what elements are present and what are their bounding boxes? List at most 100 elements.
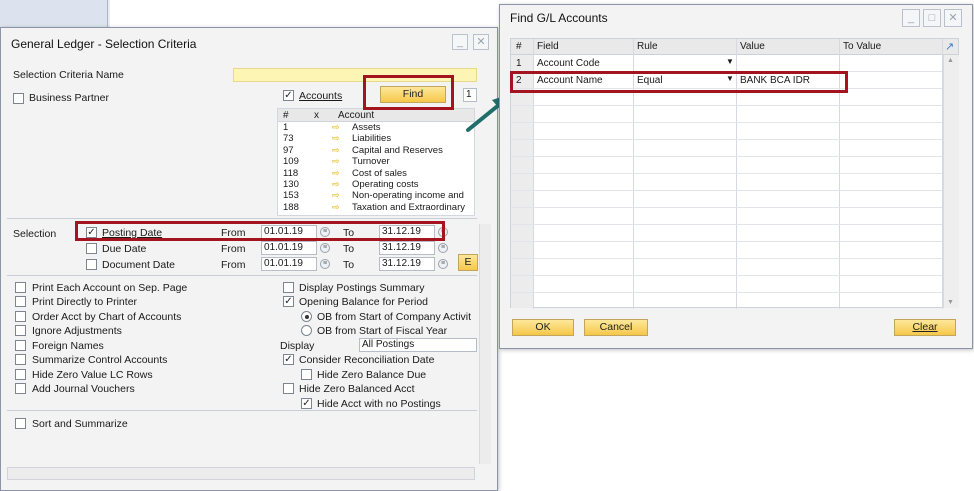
- section-divider: [7, 275, 477, 276]
- link-arrow-icon[interactable]: ⇨: [332, 145, 340, 156]
- link-arrow-icon[interactable]: ⇨: [332, 156, 340, 167]
- row-number: 1: [516, 58, 522, 69]
- document-date-to-input[interactable]: 31.12.19: [379, 257, 435, 271]
- link-arrow-icon[interactable]: ⇨: [332, 133, 340, 144]
- grid-row-line: [511, 139, 942, 140]
- display-postings-summary-checkbox[interactable]: [283, 282, 294, 293]
- opening-balance-label: Opening Balance for Period: [299, 296, 428, 308]
- rule-dropdown-icon[interactable]: ▼: [726, 57, 734, 66]
- option-checkbox[interactable]: [15, 354, 26, 365]
- opening-balance-checkbox[interactable]: ✓: [283, 296, 294, 307]
- calendar-icon[interactable]: ≡: [438, 259, 448, 269]
- column-header-to-value[interactable]: To Value: [843, 41, 881, 52]
- column-header-num: #: [516, 41, 522, 52]
- link-arrow-icon[interactable]: ⇨: [332, 122, 340, 133]
- accounts-checkbox[interactable]: ✓: [283, 90, 294, 101]
- ob-company-label: OB from Start of Company Activit: [317, 311, 472, 323]
- table-row[interactable]: 153 ⇨ Non-operating income and: [278, 190, 474, 201]
- due-date-from-input[interactable]: 01.01.19: [261, 241, 317, 255]
- due-date-checkbox[interactable]: [86, 243, 97, 254]
- link-arrow-icon[interactable]: ⇨: [332, 168, 340, 179]
- table-row[interactable]: 130 ⇨ Operating costs: [278, 179, 474, 190]
- table-row[interactable]: 73 ⇨ Liabilities: [278, 133, 474, 144]
- option-checkbox[interactable]: [15, 383, 26, 394]
- consider-reconciliation-checkbox[interactable]: ✓: [283, 354, 294, 365]
- from-label: From: [221, 259, 246, 271]
- ob-company-radio[interactable]: [301, 311, 312, 322]
- grid-row-line: [511, 173, 942, 174]
- column-header-field[interactable]: Field: [537, 41, 559, 52]
- consider-reconciliation-label: Consider Reconciliation Date: [299, 354, 435, 366]
- close-button[interactable]: ✕: [473, 34, 489, 50]
- link-arrow-icon[interactable]: ⇨: [332, 190, 340, 201]
- minimize-button[interactable]: _: [902, 9, 920, 27]
- link-arrow-icon[interactable]: ⇨: [332, 179, 340, 190]
- table-row[interactable]: 1 ⇨ Assets: [278, 122, 474, 133]
- column-header-rule[interactable]: Rule: [637, 41, 658, 52]
- scroll-up-icon[interactable]: ▲: [947, 57, 954, 64]
- hide-zero-balance-due-checkbox[interactable]: [301, 369, 312, 380]
- general-ledger-window: General Ledger - Selection Criteria _ ✕ …: [0, 27, 498, 491]
- document-date-from-input[interactable]: 01.01.19: [261, 257, 317, 271]
- maximize-button[interactable]: □: [923, 9, 941, 27]
- display-postings-summary-label: Display Postings Summary: [299, 282, 425, 294]
- close-button[interactable]: ✕: [944, 9, 962, 27]
- ob-fiscal-radio[interactable]: [301, 325, 312, 336]
- sort-and-summarize-checkbox[interactable]: [15, 418, 26, 429]
- cancel-button[interactable]: Cancel: [584, 319, 648, 336]
- clear-button[interactable]: Clear: [894, 319, 956, 336]
- link-arrow-icon[interactable]: ⇨: [332, 202, 340, 213]
- cut-off-button[interactable]: E: [458, 254, 478, 271]
- grid-row-line: [511, 258, 942, 259]
- account-number: 1: [283, 122, 289, 133]
- hide-acct-no-postings-checkbox[interactable]: ✓: [301, 398, 312, 409]
- account-name: Taxation and Extraordinary: [352, 201, 466, 213]
- find-gl-accounts-window: Find G/L Accounts _ □ ✕ # Field Rule Val…: [499, 4, 973, 349]
- column-header-x: x: [314, 110, 319, 121]
- accounts-label: Accounts: [299, 90, 343, 102]
- grid-scrollbar[interactable]: ▲ ▼: [943, 55, 959, 308]
- option-checkbox[interactable]: [15, 282, 26, 293]
- account-number: 118: [283, 167, 299, 179]
- calendar-icon[interactable]: ≡: [438, 243, 448, 253]
- grid-row-line: [511, 224, 942, 225]
- display-select[interactable]: All Postings: [359, 338, 477, 352]
- option-checkbox[interactable]: [15, 325, 26, 336]
- business-partner-label: Business Partner: [29, 92, 109, 104]
- option-label: Order Acct by Chart of Accounts: [32, 311, 182, 323]
- accounts-table: # x Account 1 ⇨ Assets 73 ⇨ Liabilities 97 ⇨ C…: [277, 108, 475, 216]
- field-cell[interactable]: Account Code: [537, 58, 600, 69]
- option-checkbox[interactable]: [15, 340, 26, 351]
- option-checkbox[interactable]: [15, 311, 26, 322]
- table-row[interactable]: 97 ⇨ Capital and Reserves: [278, 145, 474, 156]
- grid-row-line: [511, 122, 942, 123]
- hide-zero-balanced-acct-checkbox[interactable]: [283, 383, 294, 394]
- ok-button[interactable]: OK: [512, 319, 574, 336]
- account-name: Turnover: [352, 156, 390, 168]
- account-number: 130: [283, 178, 299, 190]
- document-date-checkbox[interactable]: [86, 259, 97, 270]
- business-partner-checkbox[interactable]: [13, 93, 24, 104]
- option-checkbox[interactable]: [15, 296, 26, 307]
- scroll-down-icon[interactable]: ▼: [947, 299, 954, 306]
- horizontal-scrollbar[interactable]: [7, 467, 475, 480]
- table-row[interactable]: 118 ⇨ Cost of sales: [278, 168, 474, 179]
- calendar-icon[interactable]: ≡: [320, 259, 330, 269]
- due-date-to-input[interactable]: 31.12.19: [379, 241, 435, 255]
- window-title: Find G/L Accounts: [510, 11, 608, 25]
- account-name: Capital and Reserves: [352, 144, 443, 156]
- table-row[interactable]: 188 ⇨ Taxation and Extraordinary: [278, 202, 474, 213]
- column-header-value[interactable]: Value: [740, 41, 765, 52]
- hide-acct-no-postings-label: Hide Acct with no Postings: [317, 398, 441, 410]
- to-label: To: [343, 243, 355, 255]
- account-name: Liabilities: [352, 133, 392, 145]
- minimize-button[interactable]: _: [452, 34, 468, 50]
- find-highlight: [363, 75, 454, 110]
- vertical-scrollbar[interactable]: [479, 224, 491, 464]
- expand-columns-icon[interactable]: ↗: [945, 40, 954, 53]
- table-row[interactable]: 109 ⇨ Turnover: [278, 156, 474, 167]
- account-number: 188: [283, 201, 299, 213]
- calendar-icon[interactable]: ≡: [320, 243, 330, 253]
- window-title: General Ledger - Selection Criteria: [11, 37, 197, 51]
- option-checkbox[interactable]: [15, 369, 26, 380]
